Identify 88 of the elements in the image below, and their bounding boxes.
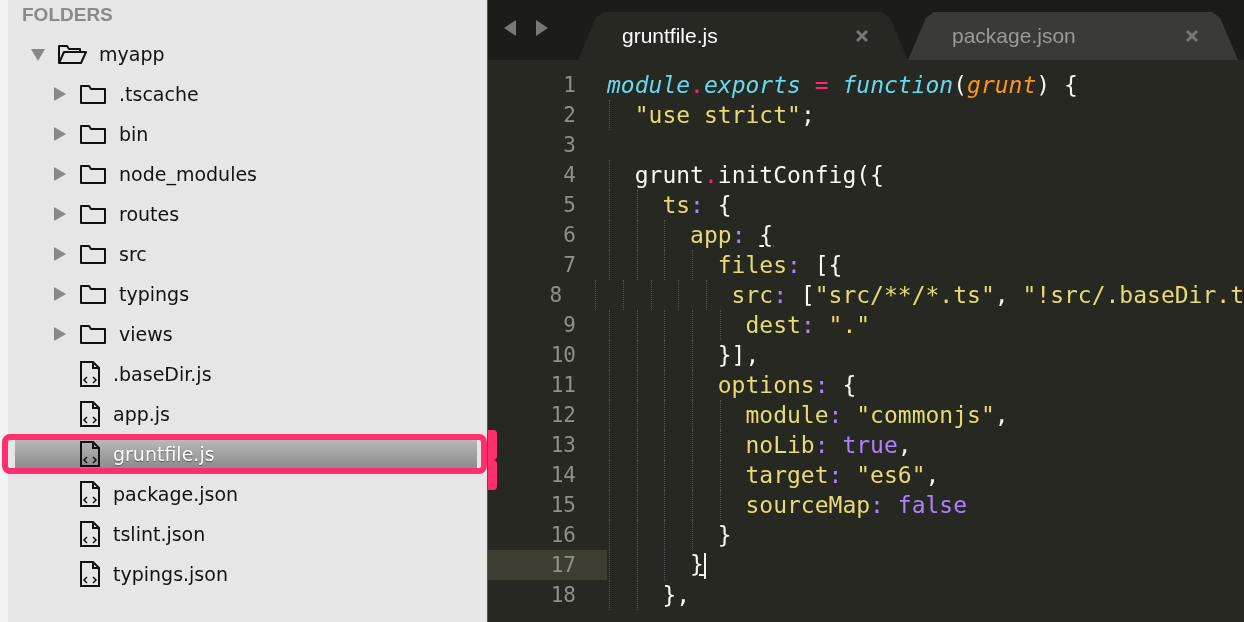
line-number: 7	[563, 253, 576, 277]
expand-arrow-icon[interactable]	[53, 206, 67, 222]
code-file-icon	[79, 361, 101, 387]
code-line: options: {	[607, 372, 857, 398]
line-number: 4	[563, 163, 576, 187]
folder-icon	[79, 283, 107, 305]
code-line: "use strict";	[607, 102, 815, 128]
line-number: 8	[549, 283, 563, 307]
file-name: tslint.json	[113, 523, 206, 545]
tree-row[interactable]: tslint.json	[15, 514, 483, 554]
line-number: 16	[550, 523, 576, 547]
expand-arrow-icon[interactable]	[53, 126, 67, 142]
tree-row[interactable]: src	[15, 234, 483, 274]
code-line: sourceMap: false	[607, 492, 968, 518]
folder-name: views	[119, 323, 173, 345]
line-number: 11	[550, 373, 576, 397]
line-number: 12	[550, 403, 576, 427]
code-line: dest: "."	[607, 312, 871, 338]
code-line: files: [{	[607, 252, 843, 278]
tree-row[interactable]: .baseDir.js	[15, 354, 483, 394]
line-number: 2	[563, 103, 576, 127]
code-file-icon	[79, 401, 101, 427]
line-number: 17	[550, 553, 576, 577]
collapse-arrow-icon[interactable]	[31, 46, 45, 62]
tree-row[interactable]: package.json	[15, 474, 483, 514]
file-name: app.js	[113, 403, 170, 425]
line-number: 5	[563, 193, 576, 217]
editor-tab[interactable]: gruntfile.js	[578, 12, 908, 60]
tree-row[interactable]: .tscache	[15, 74, 483, 114]
line-number: 9	[563, 313, 576, 337]
folder-name: routes	[119, 203, 180, 225]
folder-name: typings	[119, 283, 190, 305]
folder-icon	[79, 123, 107, 145]
line-number: 15	[550, 493, 576, 517]
line-number: 10	[550, 343, 576, 367]
sidebar-heading: FOLDERS	[22, 4, 113, 26]
code-file-icon	[79, 481, 101, 507]
tree-row[interactable]: bin	[15, 114, 483, 154]
file-name: gruntfile.js	[113, 443, 215, 465]
line-number: 14	[550, 463, 576, 487]
file-name: typings.json	[113, 563, 228, 585]
close-icon[interactable]	[856, 30, 868, 42]
folder-icon	[79, 203, 107, 225]
file-name: package.json	[113, 483, 239, 505]
code-file-icon	[79, 521, 101, 547]
folder-icon	[79, 83, 107, 105]
tree-row[interactable]: typings.json	[15, 554, 483, 594]
code-line: target: "es6",	[607, 462, 940, 488]
line-number: 6	[563, 223, 576, 247]
folder-name: src	[119, 243, 147, 265]
code-file-icon	[79, 441, 101, 467]
expand-arrow-icon[interactable]	[53, 86, 67, 102]
code-line: module: "commonjs",	[607, 402, 1009, 428]
code-line: }	[607, 522, 732, 548]
editor-tab[interactable]: package.json	[908, 12, 1238, 60]
code-line: },	[607, 582, 691, 608]
tree-row[interactable]: myapp	[15, 34, 483, 74]
code-line: module.exports = function(grunt) {	[607, 72, 1078, 98]
tree-row[interactable]: routes	[15, 194, 483, 234]
expand-arrow-icon[interactable]	[53, 246, 67, 262]
folder-name: .tscache	[119, 83, 199, 105]
code-line: grunt.initConfig({	[607, 162, 884, 188]
code-line: }	[607, 551, 706, 579]
folder-icon	[79, 243, 107, 265]
code-line: noLib: true,	[607, 432, 912, 458]
close-icon[interactable]	[1186, 30, 1198, 42]
line-number: 18	[550, 583, 576, 607]
expand-arrow-icon[interactable]	[53, 286, 67, 302]
folder-icon	[79, 323, 107, 345]
code-file-icon	[79, 561, 101, 587]
line-number: 1	[563, 73, 576, 97]
expand-arrow-icon[interactable]	[53, 326, 67, 342]
tree-row[interactable]: views	[15, 314, 483, 354]
open-folder-icon	[57, 43, 87, 65]
file-name: .baseDir.js	[113, 363, 212, 385]
code-line: app: {	[607, 222, 774, 248]
line-number: 13	[550, 433, 576, 457]
expand-arrow-icon[interactable]	[53, 166, 67, 182]
folder-name: node_modules	[119, 163, 258, 185]
tree-row[interactable]: app.js	[15, 394, 483, 434]
code-line: ts: {	[607, 192, 732, 218]
tree-row[interactable]: typings	[15, 274, 483, 314]
tree-row[interactable]: node_modules	[15, 154, 483, 194]
code-line: }],	[607, 342, 760, 368]
folder-name: myapp	[99, 43, 165, 65]
folder-icon	[79, 163, 107, 185]
line-number: 3	[563, 133, 576, 157]
folder-name: bin	[119, 123, 149, 145]
